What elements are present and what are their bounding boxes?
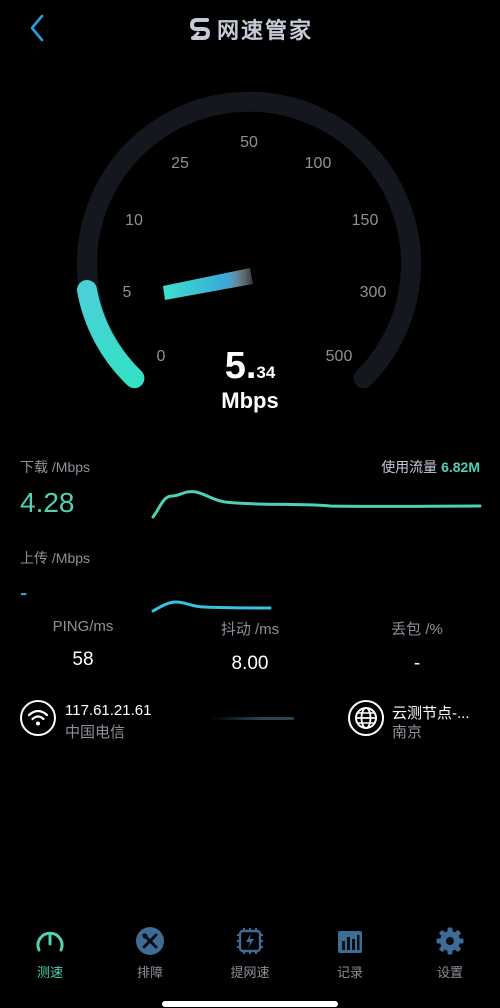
- tab-settings[interactable]: 设置: [400, 916, 500, 986]
- download-curve: [151, 490, 482, 519]
- tab-speed-test[interactable]: 测速: [0, 916, 100, 986]
- packet-loss-metric: 丢包 /% -: [347, 618, 487, 675]
- packet-loss-label: 丢包 /%: [391, 621, 443, 638]
- chip-boost-icon: [237, 928, 263, 954]
- tools-icon: [136, 927, 164, 955]
- upload-value: -: [20, 580, 28, 605]
- wifi-icon: [20, 700, 56, 736]
- jitter-label: 抖动 /ms: [220, 621, 280, 638]
- tab-records[interactable]: 记录: [300, 916, 400, 986]
- tab-boost-speed[interactable]: 提网速: [200, 916, 300, 986]
- packet-loss-value: -: [413, 653, 421, 674]
- jitter-metric: 抖动 /ms 8.00: [180, 618, 320, 675]
- tab-label: 提网速: [230, 965, 270, 980]
- speed-test-screen: 网速管家 0 5 10 25 50 100 150 300 500 5.34 M…: [0, 0, 500, 1008]
- speed-curves: [151, 490, 482, 613]
- tab-label: 设置: [436, 965, 463, 980]
- ping-metric: PING/ms 58: [13, 618, 153, 671]
- connection-line: [210, 717, 294, 720]
- upload-label: 上传 /Mbps: [20, 550, 91, 566]
- tab-label: 记录: [336, 965, 363, 980]
- test-node-name[interactable]: 云测节点-...: [392, 702, 470, 723]
- ip-address: 117.61.21.61: [65, 702, 152, 719]
- upload-curve: [151, 600, 272, 613]
- test-node-city: 南京: [392, 724, 423, 741]
- gear-icon: [436, 927, 464, 955]
- speedometer-icon: [36, 931, 64, 952]
- ping-label: PING/ms: [52, 618, 114, 635]
- tab-troubleshoot[interactable]: 排障: [100, 916, 200, 986]
- ping-value: 58: [72, 649, 94, 670]
- bar-chart-icon: [338, 931, 362, 953]
- globe-icon[interactable]: [348, 700, 384, 736]
- tab-label: 排障: [136, 965, 163, 980]
- bottom-tab-bar: 测速 排障 提网速 记录 设置: [0, 916, 500, 986]
- jitter-value: 8.00: [231, 653, 269, 674]
- isp-name: 中国电信: [65, 724, 126, 741]
- home-indicator[interactable]: [162, 1001, 338, 1007]
- tab-label: 测速: [36, 965, 63, 980]
